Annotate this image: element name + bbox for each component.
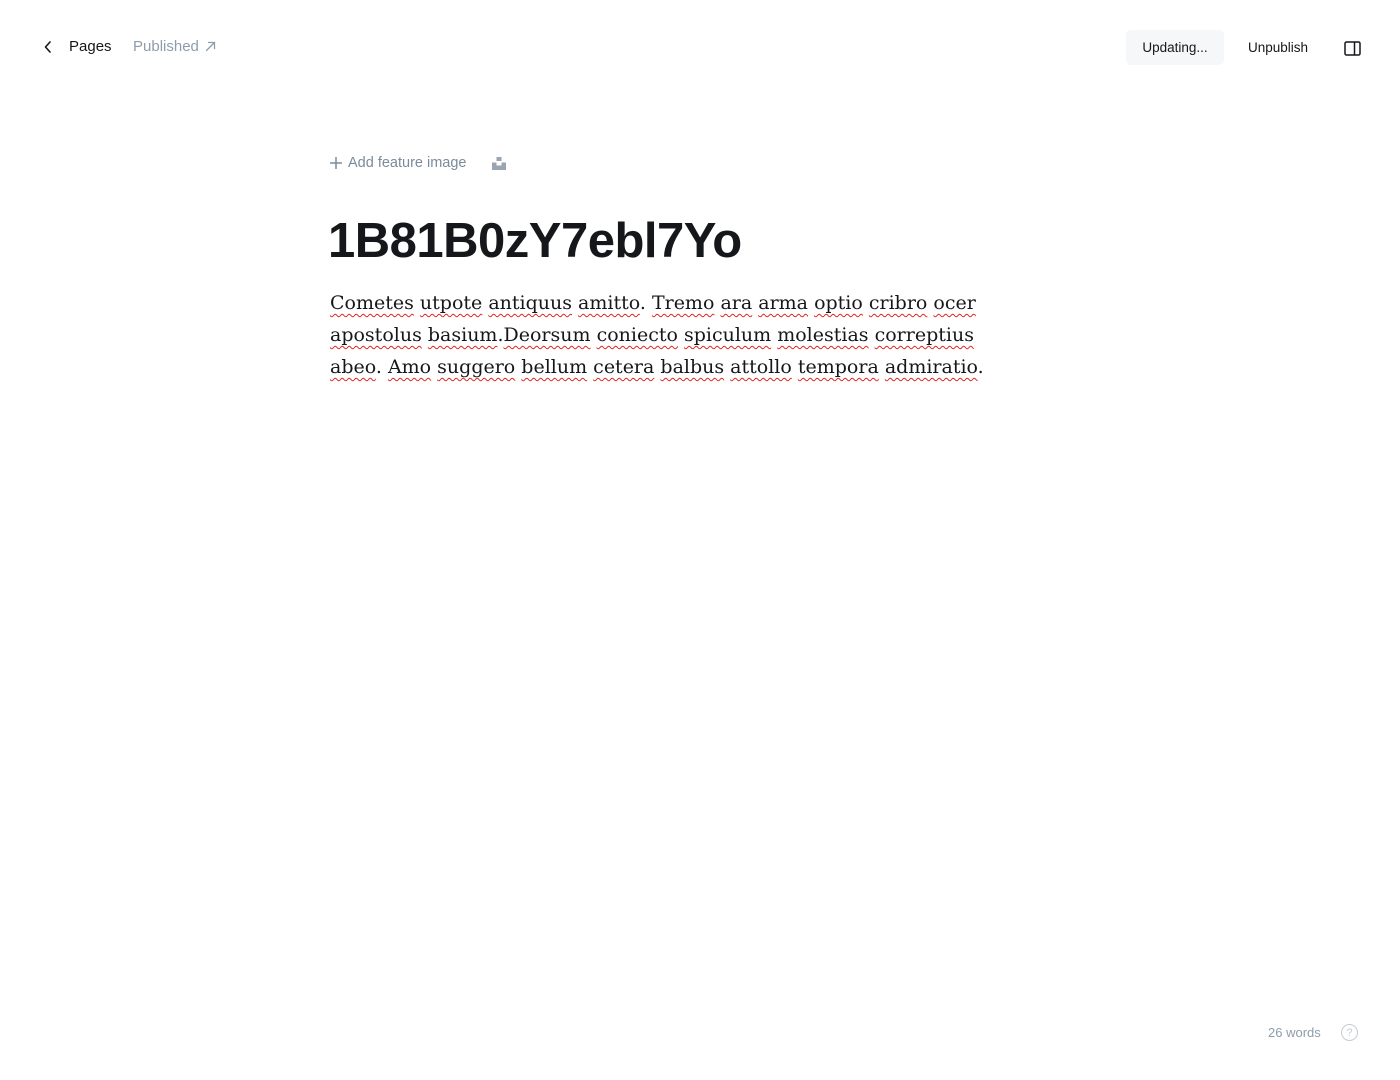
editor-header: Pages Published Updating... Unpublish [0, 0, 1400, 94]
back-button[interactable] [38, 37, 58, 57]
body-word: apostolus [330, 324, 422, 346]
body-word: antiquus [488, 292, 572, 314]
body-word: cribro [868, 292, 928, 314]
chevron-left-icon [44, 41, 51, 53]
add-feature-image-label: Add feature image [348, 155, 467, 171]
body-word: amitto [578, 292, 640, 314]
body-word: attollo [730, 356, 792, 378]
body-word: ara [720, 292, 753, 314]
body-word: cetera [593, 356, 655, 378]
body-word: correptius [874, 324, 974, 346]
help-button[interactable]: ? [1341, 1024, 1358, 1041]
body-word: abeo [330, 356, 376, 378]
post-body-text: Cometes utpote antiquus amitto. Tremo ar… [330, 292, 984, 378]
body-word: suggero [437, 356, 516, 378]
unsplash-icon [491, 156, 506, 170]
body-word: bellum [521, 356, 588, 378]
body-word: optio [814, 292, 863, 314]
body-word: spiculum [683, 324, 772, 346]
sidebar-toggle-icon [1343, 40, 1361, 56]
settings-sidebar-toggle[interactable] [1340, 36, 1364, 60]
body-word: ocer [933, 292, 976, 314]
breadcrumb-pages[interactable]: Pages [69, 38, 112, 55]
unsplash-button[interactable] [491, 154, 507, 172]
body-word: Tremo [651, 292, 715, 314]
body-word: basium [427, 324, 498, 346]
update-button[interactable]: Updating... [1126, 30, 1224, 65]
body-word: Deorsum [503, 324, 591, 346]
body-word: coniecto [596, 324, 678, 346]
plus-icon [330, 157, 342, 169]
body-word: molestias [777, 324, 869, 346]
arrow-up-right-icon [205, 41, 216, 52]
body-word: balbus [660, 356, 725, 378]
body-word: Cometes [330, 292, 414, 314]
body-word: utpote [419, 292, 483, 314]
publish-status-label: Published [133, 38, 199, 55]
feature-image-row: Add feature image [330, 154, 507, 172]
body-word: arma [758, 292, 809, 314]
post-body[interactable]: Cometes utpote antiquus amitto. Tremo ar… [330, 287, 1030, 383]
publish-status-link[interactable]: Published [133, 38, 216, 55]
body-word: Amo [387, 356, 432, 378]
post-title[interactable]: 1B81B0zY7ebl7Yo [328, 210, 742, 272]
body-word: admiratio [884, 356, 978, 378]
add-feature-image-button[interactable]: Add feature image [330, 155, 467, 171]
unpublish-button[interactable]: Unpublish [1234, 30, 1322, 65]
body-word: tempora [797, 356, 879, 378]
word-count: 26 words [1268, 1025, 1321, 1040]
